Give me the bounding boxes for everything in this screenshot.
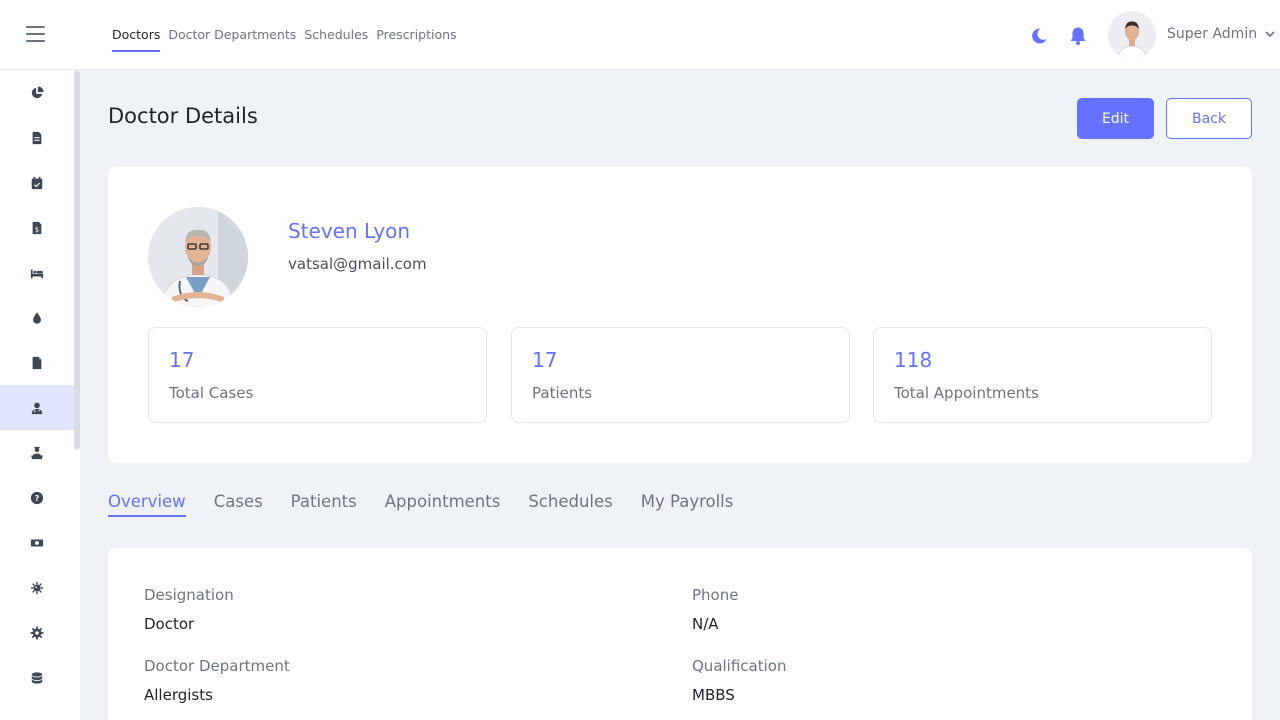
back-button[interactable]: Back [1166, 98, 1252, 139]
nav-doctor-departments[interactable]: Doctor Departments [168, 27, 296, 52]
doctor-email: vatsal@gmail.com [288, 255, 427, 273]
tab-schedules[interactable]: Schedules [528, 492, 612, 517]
user-name: Super Admin [1167, 26, 1258, 42]
phone-value: N/A [692, 615, 719, 633]
edit-button[interactable]: Edit [1077, 98, 1154, 139]
tab-cases[interactable]: Cases [214, 492, 263, 517]
sidebar: $ ? [0, 70, 80, 720]
calendar-check-icon [31, 176, 43, 189]
doctor-profile-card: Steven Lyon vatsal@gmail.com 17 Total Ca… [108, 167, 1252, 463]
doctor-photo [148, 207, 248, 307]
document-icon [32, 356, 42, 369]
stat-value: 17 [169, 348, 195, 372]
nav-prescriptions[interactable]: Prescriptions [376, 27, 456, 52]
tab-overview[interactable]: Overview [108, 492, 186, 517]
file-invoice-dollar-icon: $ [32, 221, 42, 234]
stat-value: 17 [532, 348, 558, 372]
gear-icon [30, 625, 44, 640]
coins-icon [31, 671, 43, 684]
virus-icon [30, 581, 44, 594]
question-circle-icon: ? [30, 491, 44, 504]
menu-toggle-icon[interactable] [26, 26, 45, 43]
svg-text:?: ? [35, 494, 40, 503]
tab-my-payrolls[interactable]: My Payrolls [641, 492, 734, 517]
department-value: Allergists [144, 686, 213, 704]
doctor-name: Steven Lyon [288, 219, 411, 243]
stat-value: 118 [894, 348, 933, 372]
designation-value: Doctor [144, 615, 195, 633]
sidebar-item-dashboard[interactable] [0, 70, 74, 115]
user-doctor-icon [31, 402, 43, 414]
stat-label: Patients [532, 384, 593, 402]
sidebar-item-reports[interactable] [0, 340, 74, 385]
designation-label: Designation [144, 586, 234, 604]
detail-tabs: Overview Cases Patients Appointments Sch… [108, 492, 733, 517]
sidebar-item-nurses[interactable] [0, 430, 74, 475]
moon-icon[interactable] [1029, 26, 1049, 46]
chevron-down-icon [1264, 31, 1275, 38]
department-label: Doctor Department [144, 657, 290, 675]
sidebar-item-billing[interactable]: $ [0, 205, 74, 250]
sidebar-scrollbar[interactable] [74, 70, 80, 450]
sidebar-item-finance[interactable] [0, 655, 74, 700]
sidebar-item-appointments[interactable] [0, 160, 74, 205]
overview-details-card: Designation Doctor Phone N/A Doctor Depa… [108, 548, 1252, 720]
stat-label: Total Cases [169, 384, 254, 402]
bell-icon[interactable] [1068, 26, 1088, 46]
blood-drop-icon [33, 311, 41, 324]
page-title: Doctor Details [108, 104, 258, 128]
sidebar-item-doctors[interactable] [0, 385, 74, 430]
sidebar-item-help[interactable]: ? [0, 475, 74, 520]
qualification-label: Qualification [692, 657, 787, 675]
stat-total-appointments: 118 Total Appointments [873, 327, 1212, 423]
bed-icon [30, 269, 44, 278]
top-bar: Doctors Doctor Departments Schedules Pre… [0, 0, 1280, 70]
stat-total-cases: 17 Total Cases [148, 327, 487, 423]
user-menu[interactable]: Super Admin [1167, 26, 1275, 42]
stat-patients: 17 Patients [511, 327, 850, 423]
sidebar-item-settings[interactable] [0, 610, 74, 655]
phone-label: Phone [692, 586, 739, 604]
qualification-value: MBBS [692, 686, 735, 704]
sidebar-item-accounts[interactable] [0, 520, 74, 565]
user-nurse-icon [30, 446, 44, 459]
nav-doctors[interactable]: Doctors [112, 27, 161, 52]
sidebar-item-blood-bank[interactable] [0, 295, 74, 340]
sidebar-item-documents[interactable] [0, 115, 74, 160]
svg-text:$: $ [35, 225, 39, 233]
user-avatar[interactable] [1108, 11, 1156, 59]
tab-appointments[interactable]: Appointments [385, 492, 501, 517]
money-bill-icon [30, 539, 44, 546]
chart-pie-icon [31, 85, 44, 98]
stat-label: Total Appointments [894, 384, 1039, 402]
tab-patients[interactable]: Patients [291, 492, 357, 517]
sidebar-item-diseases[interactable] [0, 565, 74, 610]
top-navigation: Doctors Doctor Departments Schedules Pre… [112, 27, 457, 52]
file-icon [32, 131, 42, 144]
nav-schedules[interactable]: Schedules [304, 27, 368, 52]
sidebar-item-beds[interactable] [0, 250, 74, 295]
